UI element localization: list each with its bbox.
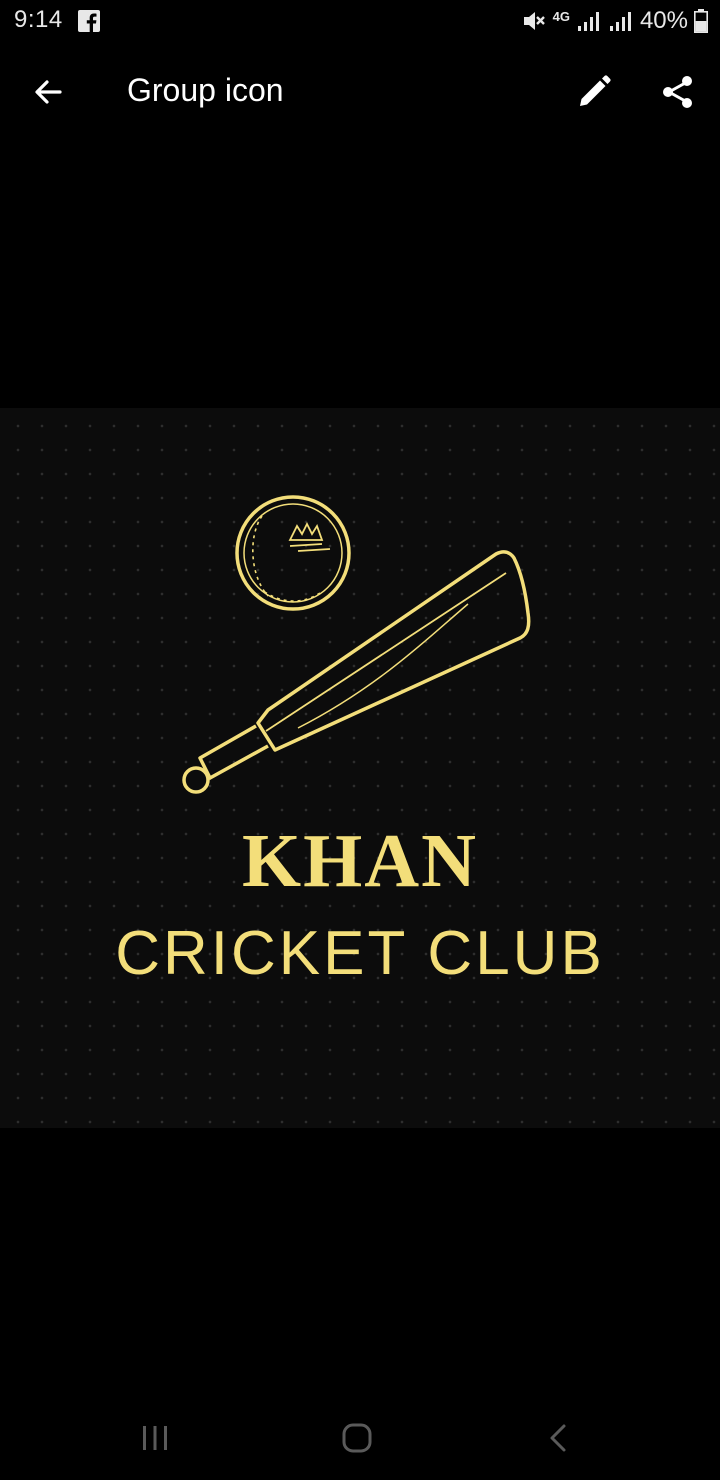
cricket-ball-icon bbox=[235, 495, 351, 611]
group-icon-image: KHAN CRICKET CLUB bbox=[0, 408, 720, 1128]
cricket-logo-art bbox=[182, 495, 531, 794]
club-subtitle: CRICKET CLUB bbox=[115, 919, 605, 988]
cricket-bat-icon bbox=[182, 550, 531, 794]
network-type: 4G bbox=[552, 9, 570, 24]
back-icon bbox=[550, 1424, 566, 1452]
battery-icon bbox=[694, 9, 708, 33]
signal-icon bbox=[577, 12, 599, 31]
recent-apps-icon bbox=[143, 1426, 167, 1450]
pencil-icon bbox=[580, 75, 611, 106]
status-time: 9:14 bbox=[14, 6, 63, 33]
status-bar: 9:14 4G 40% bbox=[0, 0, 720, 44]
share-icon bbox=[663, 76, 692, 108]
share-button[interactable] bbox=[652, 66, 704, 118]
club-name: KHAN bbox=[242, 819, 478, 903]
status-icons: 4G 40% bbox=[521, 6, 708, 36]
page-title: Group icon bbox=[127, 72, 284, 108]
back-arrow-icon bbox=[35, 80, 62, 104]
navigation-bar bbox=[0, 1400, 720, 1480]
battery-percent: 40% bbox=[639, 7, 688, 34]
home-icon bbox=[342, 1423, 372, 1453]
recent-apps-button[interactable] bbox=[130, 1418, 180, 1458]
nav-back-button[interactable] bbox=[534, 1418, 584, 1458]
app-bar: Group icon bbox=[0, 50, 720, 134]
home-button[interactable] bbox=[332, 1418, 382, 1458]
edit-button[interactable] bbox=[568, 66, 620, 118]
signal-icon-2 bbox=[609, 12, 631, 31]
mute-icon bbox=[523, 12, 545, 30]
back-button[interactable] bbox=[22, 66, 74, 118]
facebook-icon bbox=[78, 10, 100, 32]
